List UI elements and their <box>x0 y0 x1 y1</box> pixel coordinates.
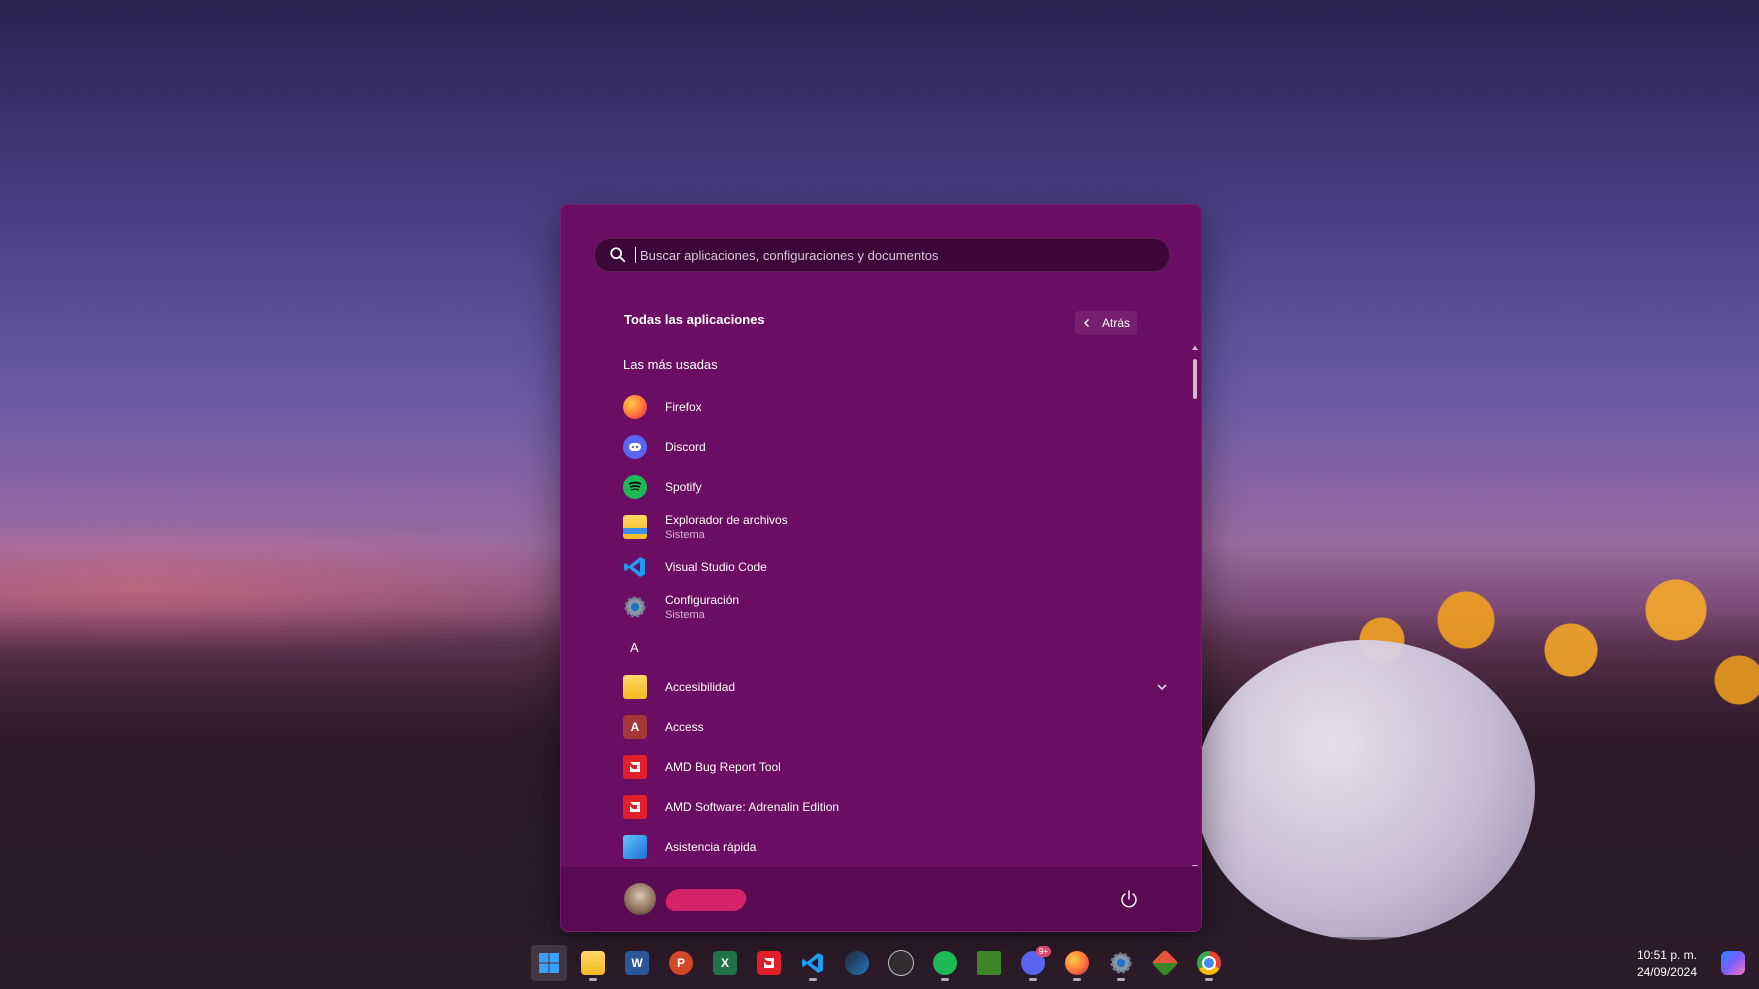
app-item-sublabel: Sistema <box>665 529 705 541</box>
spotify-icon <box>623 475 647 499</box>
app-item-vscode[interactable]: Visual Studio Code <box>619 547 1179 587</box>
scroll-thumb[interactable] <box>1193 359 1197 399</box>
power-icon[interactable] <box>1119 889 1139 909</box>
all-apps-title: Todas las aplicaciones <box>624 312 765 327</box>
app-item-label: Accesibilidad <box>665 680 736 694</box>
scroll-up-arrow-icon[interactable] <box>1192 345 1198 351</box>
text-caret <box>635 247 636 263</box>
folder-icon <box>623 515 647 539</box>
clock-time: 10:51 p. m. <box>1636 948 1697 962</box>
taskbar-excel[interactable]: X <box>707 945 743 981</box>
steam-icon <box>845 951 869 975</box>
app-item-access[interactable]: A Access <box>619 707 1179 747</box>
vscode-icon <box>623 555 647 579</box>
taskbar-git[interactable] <box>1147 945 1183 981</box>
app-item-quick-assist[interactable]: Asistencia rápida <box>619 827 1179 867</box>
notification-badge: 9+ <box>1035 946 1051 957</box>
scrollbar[interactable] <box>1192 345 1198 870</box>
app-item-label: Firefox <box>665 400 702 414</box>
app-list: Firefox Discord Spotify Explorador de ar… <box>619 387 1179 867</box>
file-explorer-icon <box>581 951 605 975</box>
taskbar-chrome[interactable] <box>1191 945 1227 981</box>
access-icon: A <box>623 715 647 739</box>
start-menu: Todas las aplicaciones Atrás Las más usa… <box>560 204 1202 932</box>
taskbar-start-button[interactable] <box>531 945 567 981</box>
letter-header-a[interactable]: A <box>619 627 1179 667</box>
vscode-icon <box>802 953 823 973</box>
taskbar-word[interactable]: W <box>619 945 655 981</box>
taskbar-powerpoint[interactable]: P <box>663 945 699 981</box>
wallpaper-orb <box>1195 640 1535 940</box>
user-name-redacted[interactable] <box>664 889 748 911</box>
chevron-down-icon[interactable] <box>1155 680 1169 694</box>
spotify-icon <box>933 951 957 975</box>
user-avatar[interactable] <box>624 883 656 915</box>
app-item-label: Discord <box>665 440 706 454</box>
search-icon <box>610 247 626 263</box>
powerpoint-icon: P <box>669 951 693 975</box>
back-button[interactable]: Atrás <box>1075 311 1137 335</box>
taskbar-obs[interactable] <box>883 945 919 981</box>
app-item-label: Configuración <box>665 593 740 607</box>
amd-icon <box>757 951 781 975</box>
taskbar-discord[interactable]: 9+ <box>1015 945 1051 981</box>
app-item-discord[interactable]: Discord <box>619 427 1179 467</box>
taskbar-firefox[interactable] <box>1059 945 1095 981</box>
taskbar-steam[interactable] <box>839 945 875 981</box>
chevron-left-icon <box>1083 319 1089 327</box>
git-icon <box>1151 949 1179 977</box>
taskbar: W P X 9+ 10:51 p. m. 24/09/2024 <box>0 937 1759 989</box>
taskbar-spotify[interactable] <box>927 945 963 981</box>
minecraft-icon <box>977 951 1001 975</box>
quick-assist-icon <box>623 835 647 859</box>
amd-icon <box>623 755 647 779</box>
system-clock[interactable]: 10:51 p. m. 24/09/2024 <box>1637 947 1697 981</box>
app-item-spotify[interactable]: Spotify <box>619 467 1179 507</box>
clock-date: 24/09/2024 <box>1636 965 1697 979</box>
taskbar-apps: W P X 9+ <box>531 945 1227 981</box>
app-item-label: Asistencia rápida <box>665 840 757 854</box>
app-item-label: Access <box>665 720 704 734</box>
app-item-firefox[interactable]: Firefox <box>619 387 1179 427</box>
most-used-title: Las más usadas <box>623 357 718 372</box>
app-item-amd-bug-report[interactable]: AMD Bug Report Tool <box>619 747 1179 787</box>
discord-icon <box>623 435 647 459</box>
start-menu-footer <box>561 866 1201 931</box>
copilot-icon[interactable] <box>1721 951 1745 975</box>
word-icon: W <box>625 951 649 975</box>
settings-gear-icon <box>1110 952 1132 974</box>
app-item-label: Spotify <box>665 480 702 494</box>
app-item-label: Explorador de archivos <box>665 513 788 527</box>
app-item-label: AMD Bug Report Tool <box>665 760 781 774</box>
firefox-icon <box>623 395 647 419</box>
app-item-accessibility-folder[interactable]: Accesibilidad <box>619 667 1179 707</box>
folder-icon <box>623 675 647 699</box>
app-item-settings[interactable]: Configuración Sistema <box>619 587 1179 627</box>
taskbar-minecraft[interactable] <box>971 945 1007 981</box>
app-item-sublabel: Sistema <box>665 609 705 621</box>
firefox-icon <box>1065 951 1089 975</box>
settings-gear-icon <box>623 595 647 619</box>
taskbar-amd[interactable] <box>751 945 787 981</box>
back-button-label: Atrás <box>1101 316 1130 330</box>
start-icon <box>539 953 559 973</box>
search-box[interactable] <box>594 238 1170 272</box>
taskbar-settings[interactable] <box>1103 945 1139 981</box>
app-item-amd-adrenalin[interactable]: AMD Software: Adrenalin Edition <box>619 787 1179 827</box>
chrome-icon <box>1197 951 1221 975</box>
app-item-label: Visual Studio Code <box>665 560 767 574</box>
search-input[interactable] <box>638 246 1169 264</box>
excel-icon: X <box>713 951 737 975</box>
app-item-label: AMD Software: Adrenalin Edition <box>665 800 840 814</box>
taskbar-vscode[interactable] <box>795 945 831 981</box>
taskbar-file-explorer[interactable] <box>575 945 611 981</box>
app-item-file-explorer[interactable]: Explorador de archivos Sistema <box>619 507 1179 547</box>
amd-icon <box>623 795 647 819</box>
obs-icon <box>888 950 914 976</box>
